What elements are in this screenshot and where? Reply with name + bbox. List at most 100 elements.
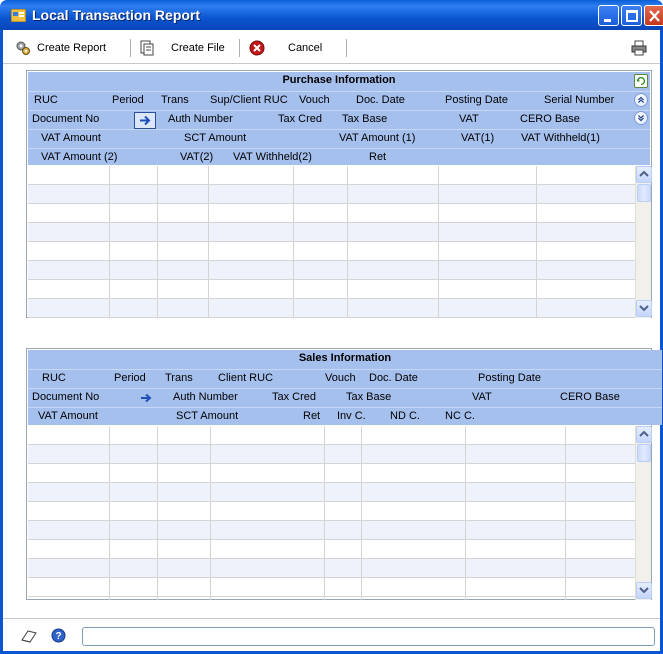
chevron-down-icon [639, 305, 649, 312]
chevron-up-icon [639, 170, 649, 177]
close-button[interactable] [644, 5, 663, 26]
print-button[interactable] [631, 39, 653, 57]
purchase-header-row-4: VAT Amount (2) VAT(2) VAT Withheld(2) Re… [28, 148, 650, 167]
col-vat-amount-1: VAT Amount (1) [339, 132, 416, 144]
table-row[interactable] [28, 426, 636, 445]
purchase-header: Purchase Information RUC Period Trans Su… [28, 72, 650, 165]
help-icon[interactable]: ? [51, 628, 66, 643]
col-vouch: Vouch [325, 372, 356, 384]
red-x-icon [249, 40, 265, 56]
purchase-header-row-1: RUC Period Trans Sup/Client RUC Vouch Do… [28, 91, 650, 110]
col-tax-cred: Tax Cred [272, 391, 317, 403]
table-row[interactable] [28, 223, 636, 242]
col-vouch: Vouch [299, 94, 330, 106]
table-row[interactable] [28, 166, 636, 185]
table-row[interactable] [28, 483, 636, 502]
gears-icon [16, 41, 30, 55]
col-period: Period [112, 94, 144, 106]
col-doc-date: Doc. Date [369, 372, 418, 384]
col-sup-client-ruc: Sup/Client RUC [210, 94, 288, 106]
report-window-icon [11, 9, 26, 22]
grid-line [347, 166, 348, 318]
col-nc-c: NC C. [445, 410, 475, 422]
table-row[interactable] [28, 445, 636, 464]
col-vat: VAT [459, 113, 479, 125]
purchase-panel: Purchase Information RUC Period Trans Su… [26, 70, 652, 318]
cancel-button[interactable]: Cancel [249, 39, 322, 57]
create-file-label: Create File [171, 42, 225, 54]
table-row[interactable] [28, 521, 636, 540]
svg-text:?: ? [55, 631, 61, 642]
table-row[interactable] [28, 464, 636, 483]
grid-line [324, 426, 325, 600]
col-vat-withheld-2: VAT Withheld(2) [233, 151, 312, 163]
toolbar-separator [130, 39, 131, 57]
right-arrow-icon[interactable] [139, 392, 153, 404]
table-row[interactable] [28, 578, 636, 597]
col-client-ruc: Client RUC [218, 372, 274, 384]
sales-scrollbar[interactable] [635, 426, 652, 600]
close-icon [649, 10, 660, 22]
scroll-up-button[interactable] [636, 166, 652, 183]
window-title: Local Transaction Report [32, 7, 201, 23]
table-row[interactable] [28, 540, 636, 559]
table-row[interactable] [28, 242, 636, 261]
refresh-icon[interactable] [634, 74, 648, 88]
table-row[interactable] [28, 299, 636, 318]
grid-line [465, 426, 466, 600]
grid-line [565, 426, 566, 600]
toolbar: Create Report Create File Cancel [3, 30, 660, 64]
col-inv-c: Inv C. [337, 410, 366, 422]
purchase-title: Purchase Information [282, 74, 396, 86]
grid-line [157, 426, 158, 600]
col-ret: Ret [369, 151, 387, 163]
table-row[interactable] [28, 559, 636, 578]
scroll-thumb[interactable] [637, 184, 651, 202]
col-posting-date: Posting Date [478, 372, 541, 384]
create-file-button[interactable]: Create File [139, 39, 225, 57]
sales-header: Sales Information RUC Period Trans Clien… [28, 350, 662, 425]
col-sct-amount: SCT Amount [184, 132, 247, 144]
col-doc-date: Doc. Date [356, 94, 405, 106]
col-trans: Trans [165, 372, 193, 384]
grid-line [293, 166, 294, 318]
document-icon [140, 40, 154, 56]
chevron-down-icon [639, 587, 649, 594]
purchase-grid [28, 166, 636, 318]
col-vat-amount-2: VAT Amount (2) [41, 151, 118, 163]
table-row[interactable] [28, 280, 636, 299]
maximize-button[interactable] [621, 5, 642, 26]
col-document-no: Document No [32, 113, 100, 125]
sales-panel: Sales Information RUC Period Trans Clien… [26, 348, 662, 600]
grid-line [208, 166, 209, 318]
table-row[interactable] [28, 185, 636, 204]
create-report-button[interactable]: Create Report [15, 39, 106, 57]
sales-grid [28, 426, 636, 600]
grid-line [157, 166, 158, 318]
create-report-label: Create Report [37, 42, 107, 54]
scroll-thumb[interactable] [637, 444, 651, 462]
sales-header-row-2: Document No Auth Number Tax Cred Tax Bas… [28, 388, 662, 407]
table-row[interactable] [28, 204, 636, 223]
table-row[interactable] [28, 261, 636, 280]
scroll-up-button[interactable] [636, 426, 652, 443]
purchase-scrollbar[interactable] [635, 166, 652, 318]
sales-header-row-1: RUC Period Trans Client RUC Vouch Doc. D… [28, 369, 662, 388]
minimize-button[interactable] [598, 5, 619, 26]
cancel-label: Cancel [288, 42, 323, 54]
note-icon[interactable] [20, 628, 38, 644]
grid-line [210, 426, 211, 600]
sales-title: Sales Information [298, 352, 392, 364]
col-nd-c: ND C. [390, 410, 420, 422]
col-sct-amount: SCT Amount [176, 410, 239, 422]
document-lookup-button[interactable] [134, 112, 156, 129]
col-ruc: RUC [34, 94, 58, 106]
scroll-down-button[interactable] [636, 300, 652, 317]
col-vat-withheld-1: VAT Withheld(1) [521, 132, 600, 144]
table-row[interactable] [28, 502, 636, 521]
grid-line [536, 166, 537, 318]
col-serial-number: Serial Number [544, 94, 615, 106]
scroll-down-button[interactable] [636, 582, 652, 599]
col-posting-date: Posting Date [445, 94, 508, 106]
purchase-header-row-3: VAT Amount SCT Amount VAT Amount (1) VAT… [28, 129, 650, 148]
